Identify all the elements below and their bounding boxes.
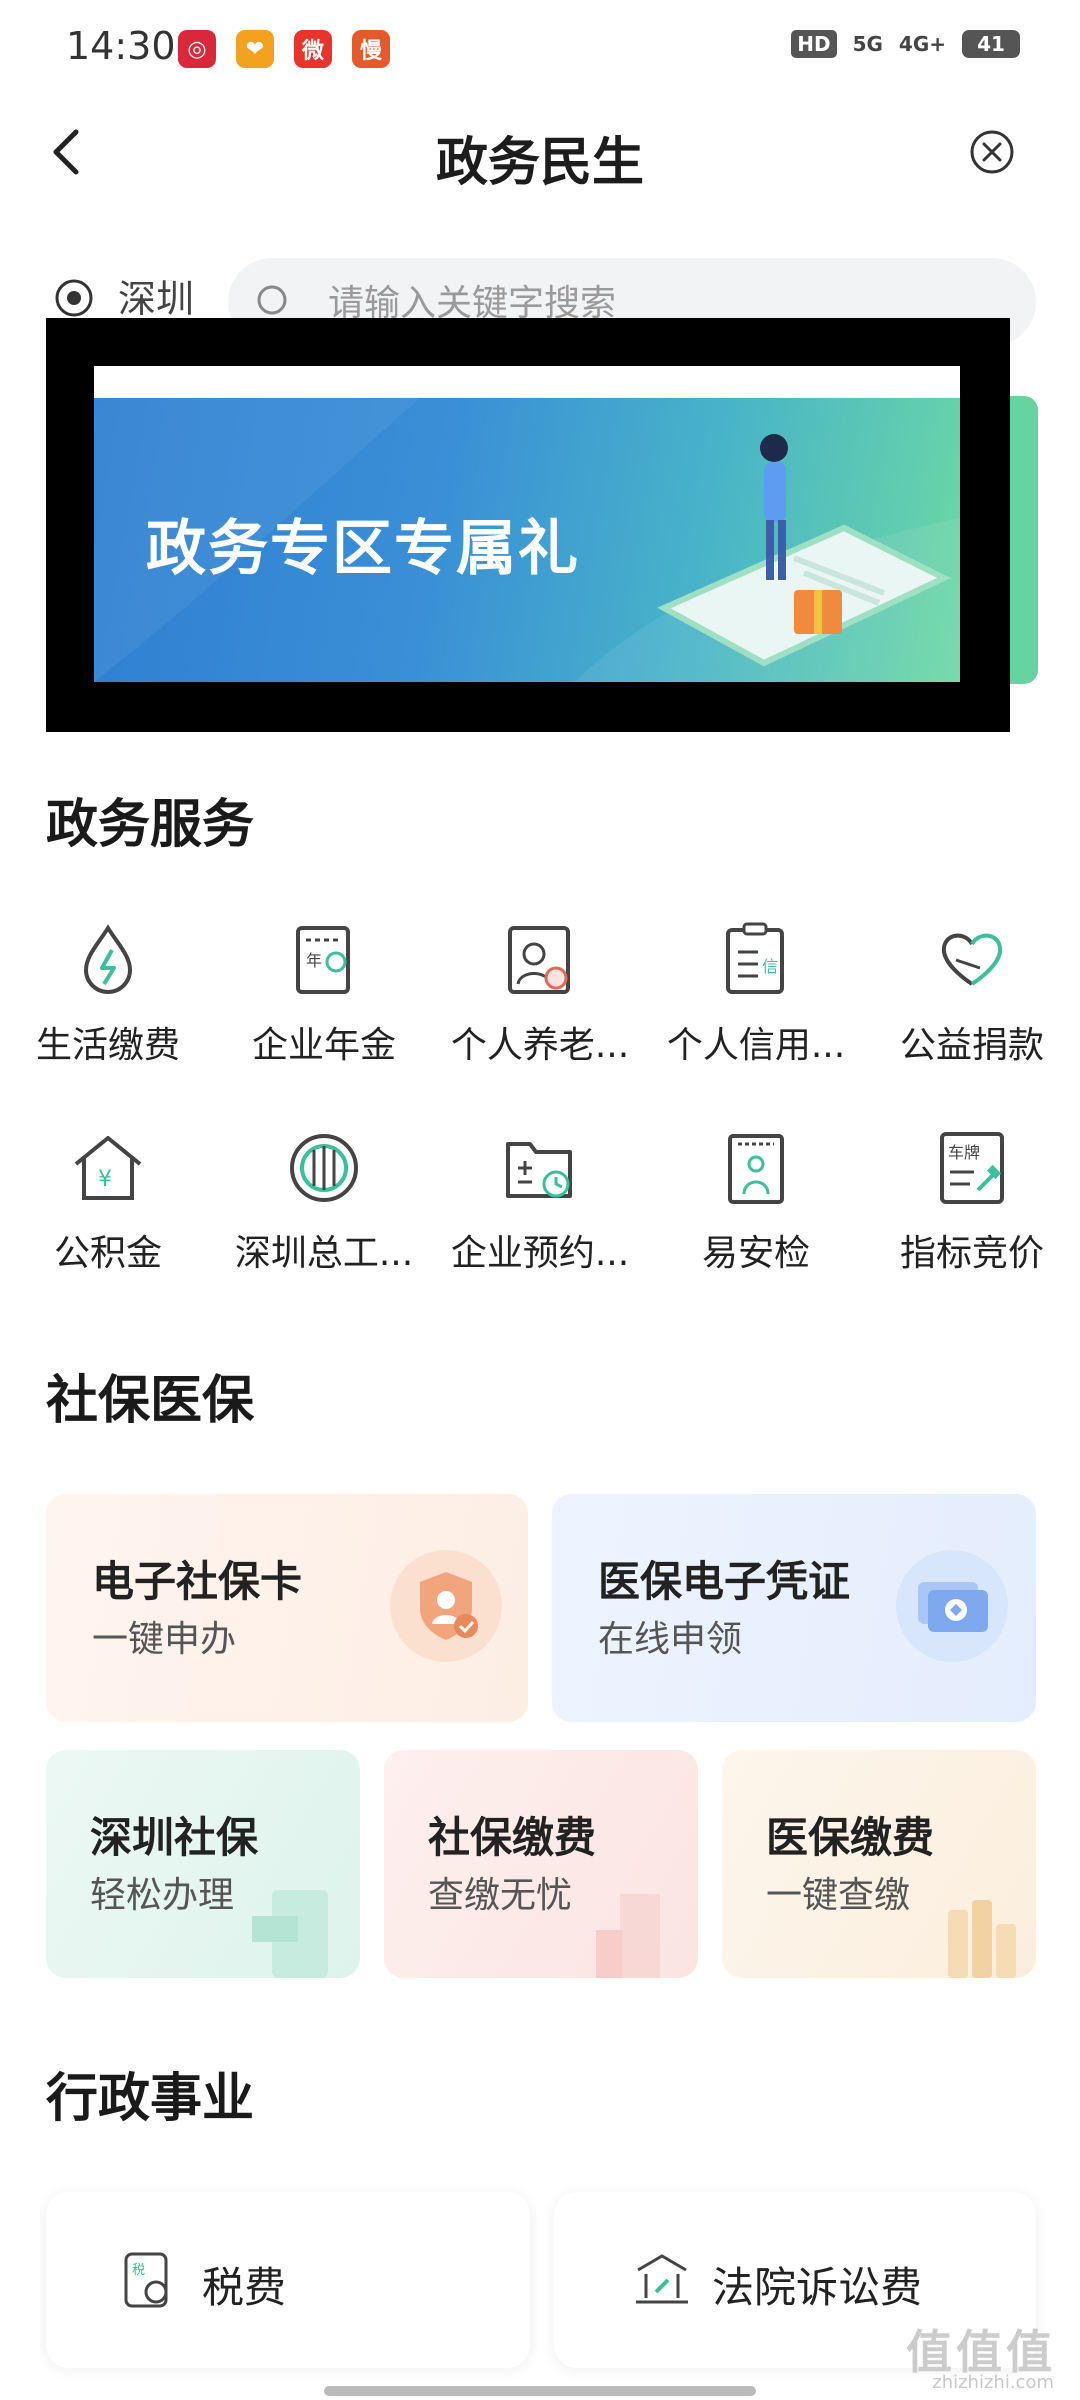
service-personal-pension[interactable]: 个人养老... xyxy=(432,922,648,1068)
security-gate-icon xyxy=(728,1134,784,1204)
banner-title: 政务专区专属礼 xyxy=(146,514,580,584)
service-label: 企业预约... xyxy=(450,1233,630,1274)
home-indicator[interactable] xyxy=(324,2386,756,2396)
service-label: 深圳总工... xyxy=(234,1233,414,1274)
manbo-icon: 慢 xyxy=(352,30,390,68)
card-title: 医保电子凭证 xyxy=(598,1557,851,1606)
card-social-security-payment[interactable]: 社保缴费 查缴无忧 xyxy=(384,1750,698,1978)
union-badge-icon xyxy=(290,1134,358,1202)
card-subtitle: 一键查缴 xyxy=(766,1875,911,1916)
service-personal-credit[interactable]: 信 个人信用... xyxy=(648,922,864,1068)
service-label: 个人信用... xyxy=(666,1025,846,1066)
card-title: 电子社保卡 xyxy=(92,1557,303,1606)
battery-icon: 41 xyxy=(962,30,1020,58)
card-subtitle: 在线申领 xyxy=(598,1619,743,1660)
medical-card-icon xyxy=(896,1550,1008,1662)
search-icon xyxy=(257,285,287,315)
card-title: 深圳社保 xyxy=(90,1813,259,1862)
tile-label: 税费 xyxy=(202,2263,287,2312)
service-enterprise-booking[interactable]: 企业预约... xyxy=(432,1130,648,1276)
page-title: 政务民生 xyxy=(435,133,644,193)
coins-illustration xyxy=(948,1900,1016,1978)
signal-5g-icon: 5G xyxy=(852,32,883,56)
tile-label: 法院诉讼费 xyxy=(712,2263,923,2312)
status-time: 14:30 xyxy=(66,24,176,68)
shield-user-icon xyxy=(390,1550,502,1662)
tile-tax-fees[interactable]: 税 税费 xyxy=(46,2192,530,2368)
pension-icon xyxy=(508,926,570,994)
service-label: 企业年金 xyxy=(251,1025,396,1066)
service-shenzhen-union[interactable]: 深圳总工... xyxy=(216,1130,432,1276)
service-label: 生活缴费 xyxy=(35,1025,180,1066)
service-charity-donation[interactable]: 公益捐款 xyxy=(864,922,1080,1068)
svg-text:税: 税 xyxy=(132,2263,145,2278)
section-title-gov-services: 政务服务 xyxy=(46,795,255,855)
doc-stack-illustration xyxy=(252,1890,328,1978)
hd-badge: HD xyxy=(791,30,837,58)
card-e-social-security[interactable]: 电子社保卡 一键申办 xyxy=(46,1494,528,1722)
card-subtitle: 查缴无忧 xyxy=(428,1875,573,1916)
signal-4g-icon: 4G+ xyxy=(898,32,946,56)
service-label: 公积金 xyxy=(53,1233,162,1274)
status-app-icons: ◎ ❤ 微 慢 xyxy=(178,30,390,68)
service-enterprise-annuity[interactable]: 年 企业年金 xyxy=(216,922,432,1068)
banner-top-strip xyxy=(94,366,960,398)
svg-text:年: 年 xyxy=(306,951,322,970)
netease-music-icon: ◎ xyxy=(178,30,216,68)
card-title: 医保缴费 xyxy=(766,1813,935,1862)
card-title: 社保缴费 xyxy=(428,1813,597,1862)
service-label: 指标竞价 xyxy=(899,1233,1044,1274)
svg-text:¥: ¥ xyxy=(98,1167,112,1192)
card-subtitle: 轻松办理 xyxy=(90,1875,235,1916)
annuity-doc-icon: 年 xyxy=(296,926,350,994)
svg-text:车牌: 车牌 xyxy=(948,1143,980,1162)
location-icon[interactable] xyxy=(52,276,96,320)
water-bolt-icon xyxy=(83,924,133,994)
service-label: 个人养老... xyxy=(450,1025,630,1066)
license-plate-icon: 车牌 xyxy=(940,1132,1004,1204)
city-selector[interactable]: 深圳 xyxy=(118,268,194,323)
card-medical-insurance-payment[interactable]: 医保缴费 一键查缴 xyxy=(722,1750,1036,1978)
weibo-icon: 微 xyxy=(294,30,332,68)
service-quota-bidding[interactable]: 车牌 指标竞价 xyxy=(864,1130,1080,1276)
close-icon[interactable] xyxy=(968,128,1016,176)
svg-text:信: 信 xyxy=(762,957,778,976)
service-easy-security-check[interactable]: 易安检 xyxy=(648,1130,864,1276)
section-title-admin: 行政事业 xyxy=(46,2069,255,2129)
folder-clock-icon xyxy=(506,1142,572,1198)
tax-icon: 税 xyxy=(124,2252,168,2308)
service-housing-fund[interactable]: ¥ 公积金 xyxy=(0,1130,216,1276)
watermark-url: zhizhizhi.com xyxy=(932,2372,1054,2393)
service-utility-payment[interactable]: 生活缴费 xyxy=(0,922,216,1068)
card-shenzhen-social-security[interactable]: 深圳社保 轻松办理 xyxy=(46,1750,360,1978)
service-label: 公益捐款 xyxy=(899,1025,1044,1066)
housing-fund-icon: ¥ xyxy=(74,1136,142,1200)
courthouse-icon xyxy=(636,2254,688,2304)
credit-report-icon: 信 xyxy=(726,922,784,994)
building-illustration xyxy=(596,1894,660,1978)
service-label: 易安检 xyxy=(701,1233,810,1274)
heart-app-icon: ❤ xyxy=(236,30,274,68)
charity-hands-icon xyxy=(941,933,1003,986)
status-indicators: HD 5G 4G+ 41 xyxy=(791,30,1020,58)
card-subtitle: 一键申办 xyxy=(92,1619,237,1660)
card-medical-insurance-voucher[interactable]: 医保电子凭证 在线申领 xyxy=(552,1494,1036,1722)
section-title-social-insurance: 社保医保 xyxy=(46,1371,255,1431)
